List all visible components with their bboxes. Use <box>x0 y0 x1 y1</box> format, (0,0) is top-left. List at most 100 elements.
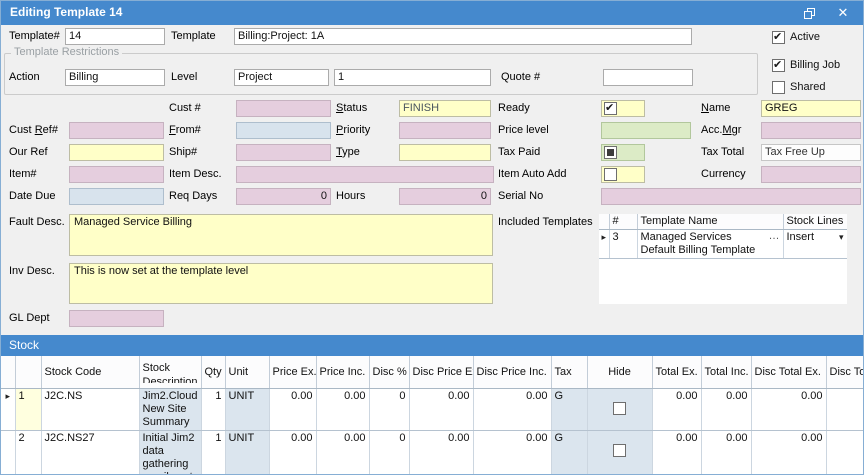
price-ex-column-header[interactable]: Price Ex. <box>269 356 316 388</box>
type-field[interactable] <box>399 144 491 161</box>
stock-row-num[interactable]: 1 <box>15 388 41 430</box>
price-inc-cell[interactable]: 0.00 <box>316 430 369 475</box>
stock-description-cell[interactable]: Jim2.Cloud New Site Summary <box>139 388 201 430</box>
unit-cell[interactable]: UNIT <box>225 430 269 475</box>
it-template-name-cell[interactable]: Managed Services Default Billing Templat… <box>637 229 783 258</box>
stock-code-cell[interactable]: J2C.NS27 <box>41 430 139 475</box>
ellipsis-button[interactable]: … <box>769 231 780 241</box>
tax-column-header[interactable]: Tax <box>551 356 587 388</box>
stock-description-cell[interactable]: Initial Jim2 data gathering email sent <box>139 430 201 475</box>
price-level-field[interactable] <box>601 122 691 139</box>
gl-dept-field[interactable] <box>69 310 164 327</box>
from-no-field[interactable] <box>236 122 331 139</box>
disc-price-inc-cell[interactable]: 0.00 <box>473 430 551 475</box>
price-level-label: Price level <box>498 122 549 139</box>
hide-checkbox[interactable] <box>613 402 626 415</box>
status-field[interactable]: FINISH <box>399 100 491 117</box>
qty-column-header[interactable]: Qty <box>201 356 225 388</box>
hide-column-header[interactable]: Hide <box>587 356 652 388</box>
tax-cell[interactable]: G <box>551 388 587 430</box>
billing-job-checkbox[interactable] <box>772 59 785 72</box>
unit-column-header[interactable]: Unit <box>225 356 269 388</box>
ship-no-label: Ship# <box>169 144 197 161</box>
stock-section-header: Stock <box>1 335 864 356</box>
qty-cell[interactable]: 1 <box>201 388 225 430</box>
currency-field[interactable] <box>761 166 861 183</box>
disc-total-ex-cell[interactable]: 0.00 <box>751 388 826 430</box>
tax-total-field[interactable]: Tax Free Up <box>761 144 861 161</box>
priority-field[interactable] <box>399 122 491 139</box>
disc-price-ex-cell[interactable]: 0.00 <box>409 388 473 430</box>
ready-checkbox[interactable] <box>604 102 617 115</box>
disc-total-inc-cell[interactable] <box>826 388 864 430</box>
qty-cell[interactable]: 1 <box>201 430 225 475</box>
stock-code-cell[interactable]: J2C.NS <box>41 388 139 430</box>
window-titlebar[interactable]: Editing Template 14 ✕ <box>1 1 863 25</box>
req-days-label: Req Days <box>169 188 217 205</box>
dropdown-arrow-icon[interactable]: ▾ <box>839 231 844 244</box>
template-field[interactable]: Billing:Project: 1A <box>234 28 692 45</box>
stock-description-column-header[interactable]: Stock Description <box>139 356 201 388</box>
item-no-field[interactable] <box>69 166 164 183</box>
price-ex-cell[interactable]: 0.00 <box>269 430 316 475</box>
tax-paid-field <box>601 144 645 161</box>
hours-field[interactable]: 0 <box>399 188 491 205</box>
it-template-name-column-header[interactable]: Template Name <box>637 214 783 229</box>
level-field[interactable]: Project <box>234 69 329 86</box>
disc-total-ex-cell[interactable]: 0.00 <box>751 430 826 475</box>
cust-ref-label: Cust Ref# <box>9 122 58 139</box>
item-desc-field[interactable] <box>236 166 494 183</box>
disc-total-inc-column-header[interactable]: Disc Total Inc. <box>826 356 864 388</box>
serial-no-field[interactable] <box>601 188 861 205</box>
our-ref-field[interactable] <box>69 144 164 161</box>
disc-price-ex-column-header[interactable]: Disc Price Ex. <box>409 356 473 388</box>
req-days-field[interactable]: 0 <box>236 188 331 205</box>
name-field[interactable]: GREG <box>761 100 861 117</box>
disc-price-inc-column-header[interactable]: Disc Price Inc. <box>473 356 551 388</box>
total-inc-cell[interactable]: 0.00 <box>701 430 751 475</box>
stock-row-num[interactable]: 2 <box>15 430 41 475</box>
inv-desc-field[interactable]: This is now set at the template level <box>69 263 493 304</box>
total-ex-cell[interactable]: 0.00 <box>652 388 701 430</box>
active-checkbox[interactable] <box>772 31 785 44</box>
unit-cell[interactable]: UNIT <box>225 388 269 430</box>
item-auto-add-checkbox[interactable] <box>604 168 617 181</box>
total-inc-cell[interactable]: 0.00 <box>701 388 751 430</box>
it-num-cell[interactable]: 3 <box>609 229 637 258</box>
ship-no-field[interactable] <box>236 144 331 161</box>
total-ex-cell[interactable]: 0.00 <box>652 430 701 475</box>
shared-checkbox[interactable] <box>772 81 785 94</box>
cust-ref-field[interactable] <box>69 122 164 139</box>
it-num-column-header[interactable]: # <box>609 214 637 229</box>
row-indicator-icon: ▸ <box>1 388 15 430</box>
level-number-field[interactable]: 1 <box>334 69 491 86</box>
row-indicator-cell <box>1 430 15 475</box>
date-due-field[interactable] <box>69 188 164 205</box>
close-button[interactable]: ✕ <box>827 1 859 25</box>
it-stock-lines-column-header[interactable]: Stock Lines <box>783 214 847 229</box>
price-inc-column-header[interactable]: Price Inc. <box>316 356 369 388</box>
acc-mgr-field[interactable] <box>761 122 861 139</box>
template-no-field[interactable]: 14 <box>65 28 165 45</box>
it-stock-lines-cell[interactable]: Insert ▾ <box>783 229 847 258</box>
quote-no-field[interactable] <box>603 69 693 86</box>
disc-price-ex-cell[interactable]: 0.00 <box>409 430 473 475</box>
total-ex-column-header[interactable]: Total Ex. <box>652 356 701 388</box>
disc-total-ex-column-header[interactable]: Disc Total Ex. <box>751 356 826 388</box>
disc-total-inc-cell[interactable] <box>826 430 864 475</box>
total-inc-column-header[interactable]: Total Inc. <box>701 356 751 388</box>
tax-paid-checkbox[interactable] <box>604 146 617 159</box>
restore-window-button[interactable] <box>793 1 825 25</box>
stock-code-column-header[interactable]: Stock Code <box>41 356 139 388</box>
action-field[interactable]: Billing <box>65 69 165 86</box>
tax-cell[interactable]: G <box>551 430 587 475</box>
fault-desc-field[interactable]: Managed Service Billing <box>69 214 493 256</box>
disc-price-inc-cell[interactable]: 0.00 <box>473 388 551 430</box>
disc-pct-cell[interactable]: 0 <box>369 388 409 430</box>
price-inc-cell[interactable]: 0.00 <box>316 388 369 430</box>
hide-checkbox[interactable] <box>613 444 626 457</box>
cust-no-field[interactable] <box>236 100 331 117</box>
disc-pct-column-header[interactable]: Disc % <box>369 356 409 388</box>
disc-pct-cell[interactable]: 0 <box>369 430 409 475</box>
price-ex-cell[interactable]: 0.00 <box>269 388 316 430</box>
